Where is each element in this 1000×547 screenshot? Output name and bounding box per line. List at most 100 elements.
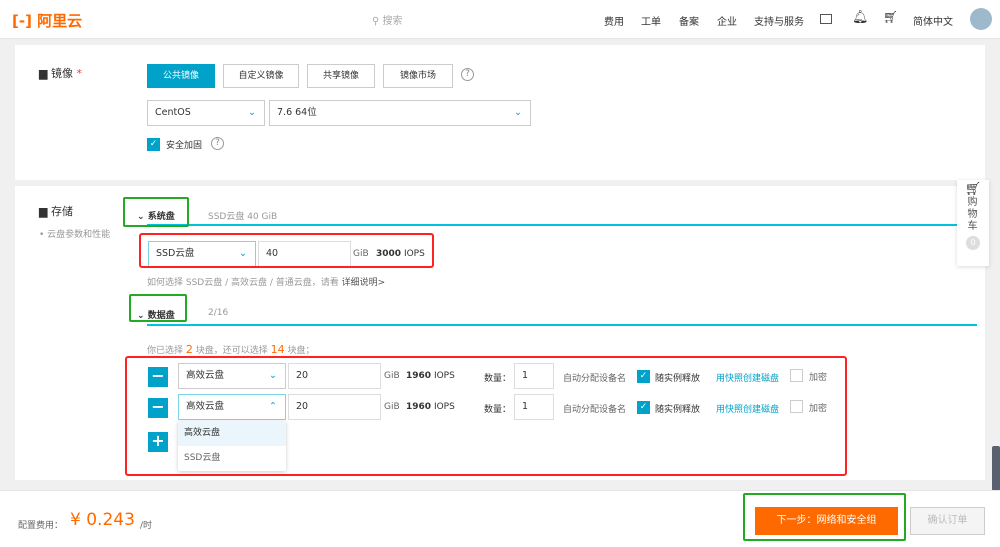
iops-value: 1960 — [406, 402, 432, 412]
data-disk-type-select[interactable]: 高效云盘 ⌄ — [178, 363, 286, 389]
add-disk-button[interactable]: + — [148, 432, 168, 452]
help-icon[interactable]: ? — [461, 68, 474, 81]
side-widget[interactable] — [992, 446, 1000, 491]
unit-label: GiB — [384, 402, 400, 412]
bullet: • — [39, 230, 48, 240]
quantity-input[interactable]: 1 — [514, 394, 554, 420]
avatar[interactable] — [970, 8, 992, 30]
selected-pre: 你已选择 — [147, 346, 184, 356]
divider — [147, 224, 977, 226]
image-icon: ▆ — [39, 67, 51, 80]
nav-fees[interactable]: 费用 — [604, 13, 624, 28]
nav-tickets[interactable]: 工单 — [641, 13, 661, 28]
remaining-count: 14 — [270, 343, 285, 356]
cost-label: 配置费用： — [18, 521, 64, 531]
data-disk-size-input[interactable]: 20 — [288, 394, 381, 420]
chevron-down-icon: ⌄ — [514, 107, 522, 118]
cart-icon[interactable]: 🛒︎ — [883, 10, 898, 24]
quantity-label: 数量： — [484, 374, 512, 384]
cart-icon: 🛒︎ — [964, 182, 982, 197]
chevron-down-icon: ⌄ — [269, 370, 277, 381]
confirm-order-button[interactable]: 确认订单 — [910, 507, 985, 535]
tab-public-image[interactable]: 公共镜像 — [147, 64, 215, 88]
quantity-input[interactable]: 1 — [514, 363, 554, 389]
highlight-box — [129, 294, 187, 322]
price-unit: /时 — [140, 521, 153, 531]
terminal-icon[interactable] — [820, 14, 832, 24]
highlight-box — [123, 197, 189, 227]
storage-label: 存储 — [50, 205, 73, 218]
dropdown-option[interactable]: SSD云盘 — [178, 446, 286, 471]
release-with-instance-checkbox[interactable]: ✓ — [637, 370, 650, 383]
device-name-label: 自动分配设备名 — [563, 405, 627, 415]
release-with-instance-checkbox[interactable]: ✓ — [637, 401, 650, 414]
security-label: 安全加固 — [166, 141, 203, 151]
encrypt-label: 加密 — [809, 373, 828, 383]
storage-section: ▆ 存储 • 云盘参数和性能 ⌄ 系统盘 SSD云盘 40 GiB SSD云盘 ⌄… — [15, 186, 985, 480]
footer-bar: 配置费用： ¥ 0.243 /时 下一步：网络和安全组 确认订单 — [0, 490, 1000, 547]
data-disk-type: 高效云盘 — [186, 370, 225, 381]
search-icon: ⚲ — [372, 16, 383, 27]
snapshot-link[interactable]: 用快照创建磁盘 — [716, 371, 779, 384]
cart-float[interactable]: 🛒︎ 购物车 0 — [957, 180, 989, 266]
selected-post: 块盘； — [287, 346, 315, 356]
iops-label: IOPS — [433, 402, 455, 412]
selected-mid: 块盘，还可以选择 — [195, 346, 268, 356]
next-network-button[interactable]: 下一步：网络和安全组 — [755, 507, 898, 535]
snapshot-link[interactable]: 用快照创建磁盘 — [716, 402, 779, 415]
divider — [147, 324, 977, 326]
os-value: CentOS — [155, 107, 191, 118]
release-label: 随实例释放 — [655, 405, 701, 415]
system-disk-summary: SSD云盘 40 GiB — [208, 212, 278, 222]
image-label: 镜像 — [50, 67, 73, 80]
cart-label: 购物车 — [967, 197, 978, 232]
nav-support[interactable]: 支持与服务 — [754, 13, 804, 28]
system-disk-hint: 如何选择 SSD云盘 / 高效云盘 / 普通云盘，请看 — [147, 278, 339, 288]
search-placeholder: 搜索 — [382, 16, 403, 27]
bell-icon[interactable]: 🔔︎ — [852, 10, 869, 25]
selected-count: 2 — [185, 343, 193, 356]
remove-disk-button[interactable]: − — [148, 367, 168, 387]
tab-custom-image[interactable]: 自定义镜像 — [223, 64, 299, 88]
highlight-box — [139, 233, 434, 268]
data-disk-summary: 2/16 — [208, 308, 229, 318]
unit-label: GiB — [384, 371, 400, 381]
storage-sub-link[interactable]: 云盘参数和性能 — [47, 230, 110, 240]
nav-filing[interactable]: 备案 — [679, 13, 699, 28]
search-box[interactable]: ⚲ 搜索 — [372, 12, 403, 27]
os-select[interactable]: CentOS ⌄ — [147, 100, 265, 126]
remove-disk-button[interactable]: − — [148, 398, 168, 418]
aliyun-logo[interactable]: [-] 阿里云 — [12, 10, 82, 31]
data-disk-size-input[interactable]: 20 — [288, 363, 381, 389]
image-section: ▆ 镜像 * 公共镜像 自定义镜像 共享镜像 镜像市场 ? CentOS ⌄ 7.… — [15, 45, 985, 180]
tab-image-market[interactable]: 镜像市场 — [383, 64, 453, 88]
chevron-up-icon: ⌃ — [269, 401, 277, 412]
version-select[interactable]: 7.6 64位 ⌄ — [269, 100, 531, 126]
version-value: 7.6 64位 — [277, 107, 317, 118]
help-icon[interactable]: ? — [211, 137, 224, 150]
data-disk-type-select[interactable]: 高效云盘 ⌃ — [178, 394, 286, 420]
details-link[interactable]: 详细说明> — [342, 278, 386, 288]
chevron-down-icon: ⌄ — [248, 107, 256, 118]
tab-shared-image[interactable]: 共享镜像 — [307, 64, 375, 88]
price: 0.243 — [86, 510, 135, 530]
currency: ¥ — [70, 510, 81, 530]
required-mark: * — [76, 67, 82, 80]
encrypt-label: 加密 — [809, 404, 828, 414]
iops-label: IOPS — [433, 371, 455, 381]
device-name-label: 自动分配设备名 — [563, 374, 627, 384]
disk-type-dropdown: 高效云盘 SSD云盘 — [178, 421, 286, 471]
disk-icon: ▆ — [39, 205, 51, 218]
encrypt-checkbox[interactable] — [790, 400, 803, 413]
quantity-label: 数量： — [484, 405, 512, 415]
language-switch[interactable]: 简体中文 — [913, 13, 953, 28]
cart-count: 0 — [966, 236, 980, 250]
dropdown-option[interactable]: 高效云盘 — [178, 421, 286, 446]
nav-enterprise[interactable]: 企业 — [717, 13, 737, 28]
iops-value: 1960 — [406, 371, 432, 381]
security-checkbox[interactable]: ✓ — [147, 138, 160, 151]
encrypt-checkbox[interactable] — [790, 369, 803, 382]
top-header: [-] 阿里云 ⚲ 搜索 费用 工单 备案 企业 支持与服务 🔔︎ 🛒︎ 简体中… — [0, 0, 1000, 39]
release-label: 随实例释放 — [655, 374, 701, 384]
data-disk-type: 高效云盘 — [186, 401, 225, 412]
